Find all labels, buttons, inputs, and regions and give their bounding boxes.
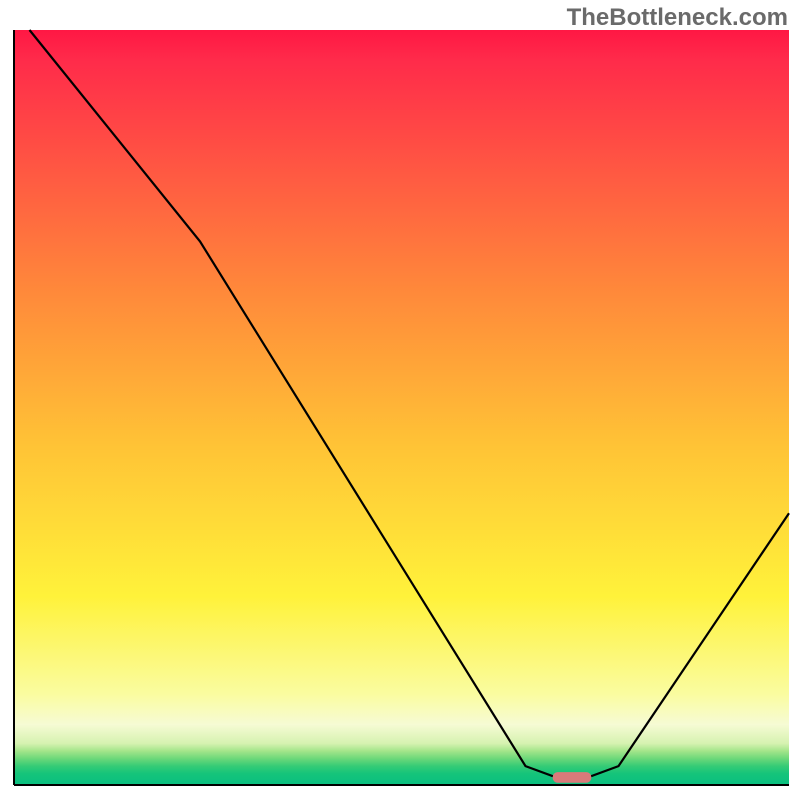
bottleneck-chart [0, 0, 800, 800]
gradient-background [14, 30, 789, 785]
watermark-text: TheBottleneck.com [567, 4, 788, 32]
target-marker [553, 772, 592, 783]
